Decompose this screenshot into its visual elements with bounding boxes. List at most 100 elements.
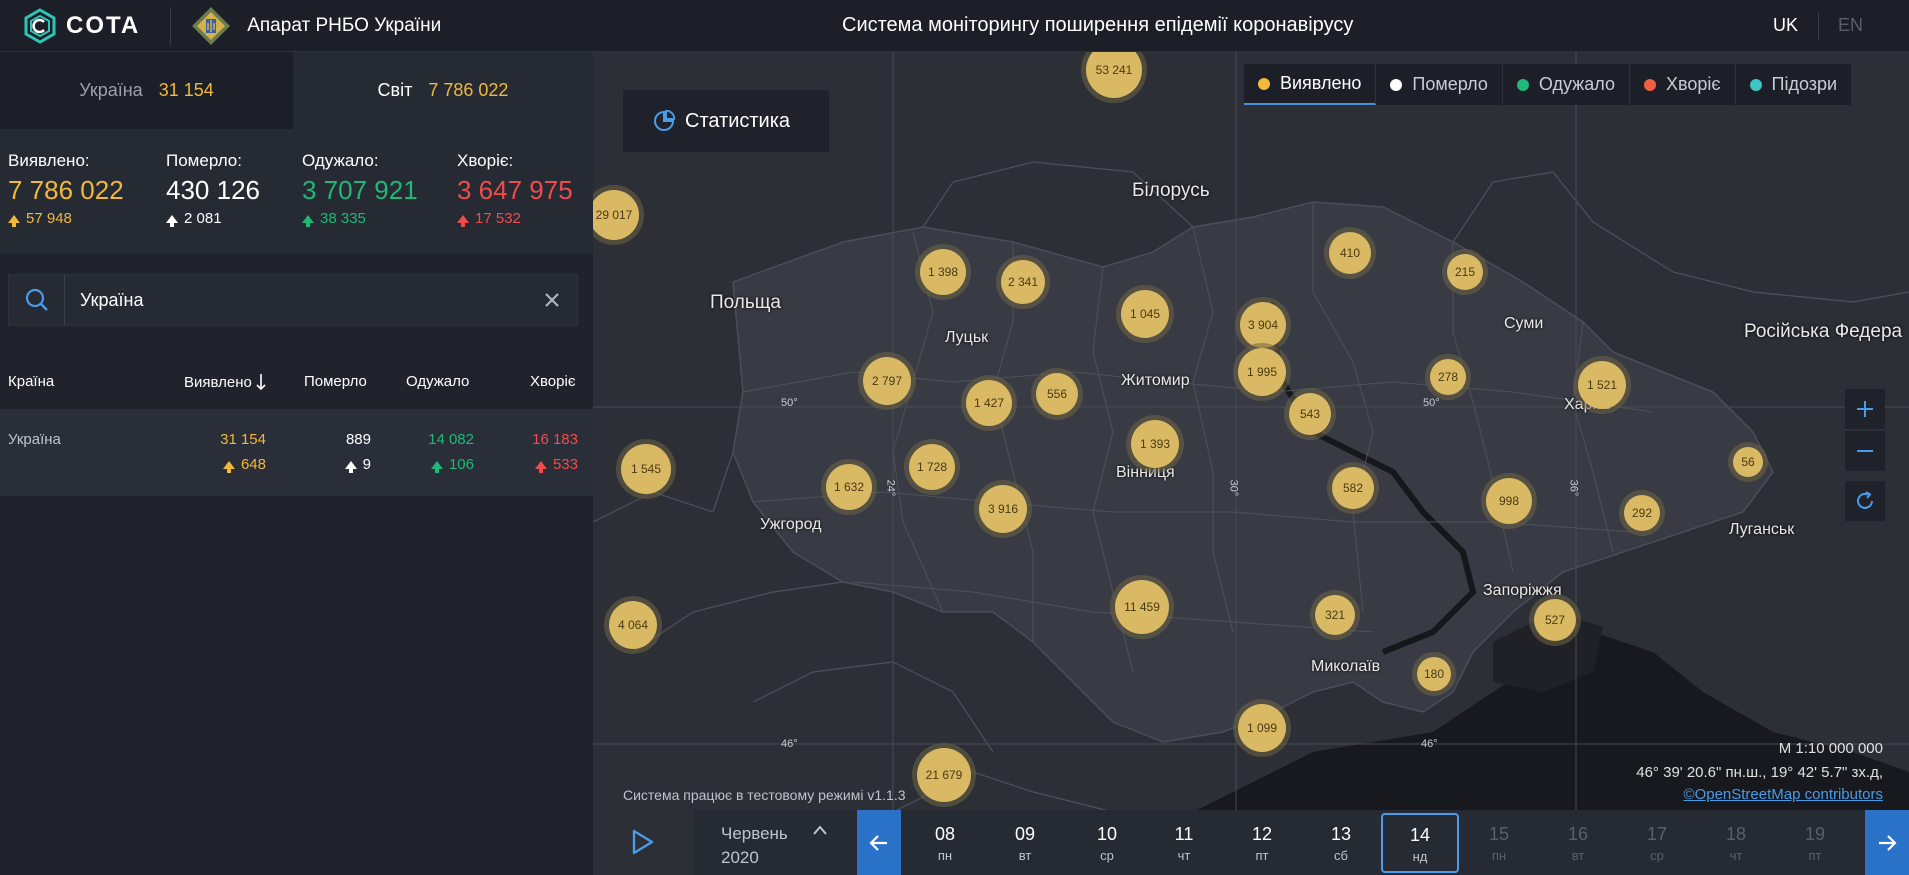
- search-input[interactable]: [65, 289, 527, 311]
- col-recovered[interactable]: Одужало: [406, 373, 469, 390]
- map-cluster[interactable]: 410: [1329, 232, 1371, 274]
- next-day-button[interactable]: [1865, 810, 1909, 875]
- day-cell[interactable]: 18 чт: [1697, 810, 1775, 875]
- tab-world[interactable]: Світ 7 786 022: [293, 52, 593, 129]
- map-view[interactable]: 50° 24° 30° 50° 36° 46° 46° Білорусь Пол…: [593, 52, 1909, 875]
- search-icon[interactable]: [9, 275, 65, 325]
- row-ill: 16 183: [532, 431, 578, 448]
- stat-label: Одужало:: [302, 151, 379, 170]
- place-label: Житомир: [1121, 372, 1190, 389]
- arrow-up-icon: [8, 214, 20, 227]
- day-cell[interactable]: 12 пт: [1223, 810, 1301, 875]
- cursor-coordinates: 46° 39' 20.6" пн.ш., 19° 42' 5.7" зх.д,: [1636, 764, 1883, 781]
- map-cluster[interactable]: 56: [1733, 447, 1763, 477]
- day-number: 18: [1725, 824, 1747, 844]
- map-cluster[interactable]: 2 341: [1001, 260, 1045, 304]
- map-cluster[interactable]: 180: [1417, 657, 1451, 691]
- map-cluster[interactable]: 1 045: [1121, 290, 1169, 338]
- clear-icon[interactable]: [527, 292, 577, 308]
- map-cluster[interactable]: 11 459: [1115, 580, 1169, 634]
- stat-value: 430 126: [166, 175, 260, 205]
- place-label: Миколаїв: [1311, 658, 1381, 675]
- map-cluster[interactable]: 278: [1430, 359, 1466, 395]
- col-ill[interactable]: Хворіє: [530, 373, 575, 390]
- month-selector[interactable]: Червень 2020: [694, 810, 857, 875]
- map-cluster[interactable]: 21 679: [917, 748, 971, 802]
- col-country[interactable]: Країна: [8, 373, 54, 390]
- layer-ill[interactable]: Хворіє: [1630, 64, 1736, 105]
- layer-recovered[interactable]: Одужало: [1503, 64, 1630, 105]
- day-cell[interactable]: 13 сб: [1302, 810, 1380, 875]
- zoom-in-button[interactable]: [1845, 389, 1885, 429]
- cota-logo[interactable]: COTA: [22, 7, 140, 44]
- map-cluster[interactable]: 4 064: [609, 601, 657, 649]
- tab-ukraine[interactable]: Україна 31 154: [0, 52, 293, 129]
- lang-divider: [1818, 12, 1819, 40]
- day-weekday: ср: [1100, 848, 1114, 863]
- day-weekday: пн: [1491, 848, 1507, 863]
- day-weekday: сб: [1334, 848, 1348, 863]
- stat-label: Виявлено:: [8, 151, 90, 170]
- map-cluster[interactable]: 215: [1447, 254, 1483, 290]
- layer-dot: [1516, 78, 1529, 91]
- map-cluster[interactable]: 1 632: [826, 464, 872, 510]
- statistics-button[interactable]: Статистика: [623, 90, 829, 152]
- map-cluster[interactable]: 2 797: [863, 357, 911, 405]
- layer-dot: [1258, 77, 1270, 90]
- day-cell[interactable]: 17 ср: [1618, 810, 1696, 875]
- prev-day-button[interactable]: [857, 810, 901, 875]
- table-row[interactable]: Україна 31 154 648 889 9 14 082 106 16 1…: [0, 409, 593, 496]
- col-died[interactable]: Померло: [304, 373, 367, 390]
- stat-value: 7 786 022: [8, 175, 124, 205]
- layer-dot: [1643, 78, 1656, 91]
- day-weekday: чт: [1177, 848, 1191, 863]
- map-cluster[interactable]: 556: [1036, 373, 1078, 415]
- map-cluster[interactable]: 3 904: [1240, 302, 1286, 348]
- zoom-out-button[interactable]: [1845, 431, 1885, 471]
- map-cluster[interactable]: 543: [1289, 393, 1331, 435]
- day-cell[interactable]: 19 пт: [1776, 810, 1854, 875]
- col-detected[interactable]: Виявлено: [184, 373, 267, 391]
- lang-uk-button[interactable]: UK: [1773, 15, 1798, 36]
- layer-died[interactable]: Померло: [1376, 64, 1503, 105]
- map-cluster[interactable]: 321: [1315, 595, 1355, 635]
- play-button[interactable]: [623, 822, 663, 862]
- osm-attribution-link[interactable]: ©OpenStreetMap contributors: [1684, 786, 1883, 803]
- lang-en-button[interactable]: EN: [1838, 15, 1863, 36]
- map-cluster[interactable]: 527: [1534, 599, 1576, 641]
- stats-summary: Виявлено: 7 786 022 57 948 Померло: 430 …: [0, 129, 593, 253]
- day-cell[interactable]: 15 пн: [1460, 810, 1538, 875]
- day-cell[interactable]: 16 вт: [1539, 810, 1617, 875]
- day-weekday: пн: [937, 848, 953, 863]
- reset-view-button[interactable]: [1845, 481, 1885, 521]
- map-cluster[interactable]: 582: [1332, 467, 1374, 509]
- day-cell[interactable]: 11 чт: [1145, 810, 1223, 875]
- map-cluster[interactable]: 1 995: [1238, 348, 1286, 396]
- map-cluster[interactable]: 1 728: [909, 444, 955, 490]
- scope-tabs: Україна 31 154 Світ 7 786 022: [0, 52, 593, 129]
- day-number: 10: [1096, 824, 1118, 844]
- place-label: Ужгород: [760, 516, 822, 533]
- layer-detected[interactable]: Виявлено: [1244, 64, 1377, 105]
- map-cluster[interactable]: 1 427: [966, 380, 1012, 426]
- map-cluster[interactable]: 3 916: [979, 485, 1027, 533]
- layer-suspected[interactable]: Підозри: [1736, 64, 1852, 105]
- map-cluster[interactable]: 292: [1624, 495, 1660, 531]
- map-cluster[interactable]: 1 521: [1578, 361, 1626, 409]
- day-cell-selected[interactable]: 14 нд: [1381, 813, 1459, 873]
- grid-label: 36°: [1567, 479, 1580, 497]
- row-ill-delta: 533: [534, 456, 578, 473]
- day-number: 12: [1251, 824, 1273, 844]
- stat-delta: 2 081: [166, 210, 302, 227]
- day-cell[interactable]: 09 вт: [986, 810, 1064, 875]
- day-cell[interactable]: 10 ср: [1068, 810, 1146, 875]
- arrow-up-icon: [166, 214, 178, 227]
- play-icon: [632, 829, 654, 855]
- map-cluster[interactable]: 1 398: [920, 249, 966, 295]
- map-cluster[interactable]: 1 099: [1238, 704, 1286, 752]
- map-cluster[interactable]: 1 545: [621, 444, 671, 494]
- month-label: Червень: [721, 824, 788, 843]
- map-cluster[interactable]: 1 393: [1131, 420, 1179, 468]
- day-cell[interactable]: 08 пн: [906, 810, 984, 875]
- map-cluster[interactable]: 998: [1486, 478, 1532, 524]
